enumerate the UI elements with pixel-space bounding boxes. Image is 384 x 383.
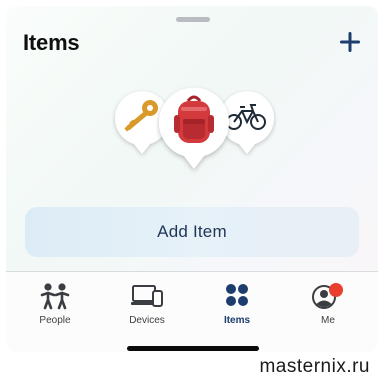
- tab-me-label: Me: [321, 315, 335, 326]
- add-item-button[interactable]: Add Item: [25, 207, 359, 257]
- add-item-label: Add Item: [157, 222, 227, 241]
- tab-items-label: Items: [223, 315, 251, 326]
- add-button[interactable]: [336, 28, 364, 56]
- devices-icon: [131, 285, 163, 307]
- item-pin-backpack[interactable]: [156, 85, 232, 177]
- tab-people[interactable]: People: [19, 282, 91, 330]
- plus-icon: [340, 32, 360, 52]
- tab-devices[interactable]: Devices: [111, 282, 183, 330]
- home-indicator: [127, 346, 259, 351]
- notification-badge: [329, 283, 343, 297]
- page-title: Items: [23, 30, 80, 55]
- person-circle-icon: [312, 283, 343, 309]
- people-icon: [40, 283, 70, 310]
- watermark-text: masternix.ru: [259, 356, 370, 377]
- items-sheet: Items Add Item People Devices Items Me: [6, 6, 378, 352]
- tab-people-label: People: [39, 315, 71, 326]
- tab-items[interactable]: Items: [201, 282, 273, 330]
- tab-bar: People Devices Items Me: [6, 271, 378, 352]
- tab-me[interactable]: Me: [292, 282, 364, 330]
- sheet-grabber[interactable]: [176, 17, 210, 22]
- items-grid-icon: [226, 284, 248, 306]
- tab-devices-label: Devices: [129, 315, 165, 326]
